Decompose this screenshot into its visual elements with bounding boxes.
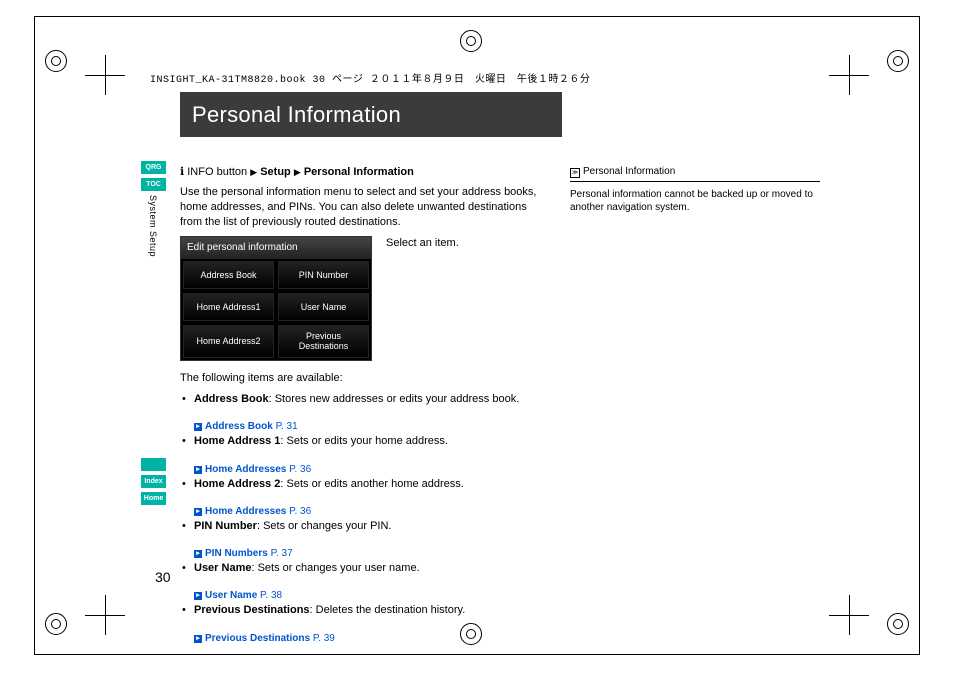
document-meta: INSIGHT_KA-31TM8820.book 30 ページ ２０１１年８月９… bbox=[150, 70, 590, 86]
link-icon: ▸ bbox=[194, 550, 202, 558]
edit-panel-title: Edit personal information bbox=[181, 237, 371, 259]
available-label: The following items are available: bbox=[180, 371, 550, 386]
item-name: Previous Destinations bbox=[194, 604, 310, 616]
cross-reference-link[interactable]: ▸User Name P. 38 bbox=[180, 589, 550, 603]
breadcrumb-info: INFO button bbox=[187, 166, 247, 178]
info-icon: ℹ bbox=[180, 166, 184, 178]
chevron-right-icon: ▶ bbox=[294, 167, 301, 177]
list-item: Home Address 1: Sets or edits your home … bbox=[180, 434, 550, 448]
chevron-right-icon: ▶ bbox=[250, 167, 257, 177]
select-item-text: Select an item. bbox=[380, 236, 550, 251]
item-name: Home Address 2 bbox=[194, 478, 280, 490]
cross-reference-link[interactable]: ▸Home Addresses P. 36 bbox=[180, 463, 550, 477]
item-desc: : Sets or changes your PIN. bbox=[257, 520, 392, 532]
note-heading: Personal Information bbox=[583, 166, 675, 177]
page-title: Personal Information bbox=[180, 92, 562, 137]
item-desc: : Sets or edits your home address. bbox=[280, 435, 448, 447]
list-item: Previous Destinations: Deletes the desti… bbox=[180, 603, 550, 617]
register-mark-icon bbox=[45, 50, 67, 72]
tab-qrg[interactable]: QRG bbox=[141, 161, 166, 174]
cross-reference-link[interactable]: ▸PIN Numbers P. 37 bbox=[180, 547, 550, 561]
link-icon: ▸ bbox=[194, 635, 202, 643]
link-icon: ▸ bbox=[194, 423, 202, 431]
panel-button-previous-destinations[interactable]: Previous Destinations bbox=[278, 325, 369, 358]
item-desc: : Sets or changes your user name. bbox=[251, 562, 419, 574]
link-icon: ▸ bbox=[194, 466, 202, 474]
note-icon: ≫ bbox=[570, 168, 580, 178]
panel-button-pin-number[interactable]: PIN Number bbox=[278, 261, 369, 289]
tab-voice[interactable] bbox=[141, 458, 166, 471]
crop-mark-icon bbox=[829, 595, 869, 635]
note-body: Personal information cannot be backed up… bbox=[570, 188, 820, 215]
crop-mark-icon bbox=[85, 595, 125, 635]
breadcrumb-section: Personal Information bbox=[304, 166, 414, 178]
tab-index[interactable]: Index bbox=[141, 475, 166, 488]
item-name: Home Address 1 bbox=[194, 435, 280, 447]
main-content: ℹ INFO button ▶ Setup ▶ Personal Informa… bbox=[180, 165, 550, 646]
tab-toc[interactable]: TOC bbox=[141, 178, 166, 191]
item-desc: : Deletes the destination history. bbox=[310, 604, 466, 616]
link-icon: ▸ bbox=[194, 508, 202, 516]
list-item: Address Book: Stores new addresses or ed… bbox=[180, 392, 550, 406]
page-number: 30 bbox=[155, 569, 171, 585]
list-item: PIN Number: Sets or changes your PIN. bbox=[180, 519, 550, 533]
item-desc: : Sets or edits another home address. bbox=[280, 478, 463, 490]
cross-reference-link[interactable]: ▸Address Book P. 31 bbox=[180, 420, 550, 434]
breadcrumb-setup: Setup bbox=[260, 166, 291, 178]
cross-reference-link[interactable]: ▸Home Addresses P. 36 bbox=[180, 505, 550, 519]
item-name: PIN Number bbox=[194, 520, 257, 532]
list-item: Home Address 2: Sets or edits another ho… bbox=[180, 477, 550, 491]
panel-button-home-address1[interactable]: Home Address1 bbox=[183, 293, 274, 321]
register-mark-icon bbox=[887, 50, 909, 72]
tab-home[interactable]: Home bbox=[141, 492, 166, 505]
crop-mark-icon bbox=[85, 55, 125, 95]
register-mark-icon bbox=[45, 613, 67, 635]
side-tabs-top: QRG TOC System Setup bbox=[141, 161, 166, 257]
breadcrumb: ℹ INFO button ▶ Setup ▶ Personal Informa… bbox=[180, 165, 550, 180]
item-name: User Name bbox=[194, 562, 251, 574]
crop-mark-icon bbox=[829, 55, 869, 95]
item-name: Address Book bbox=[194, 393, 269, 405]
link-icon: ▸ bbox=[194, 592, 202, 600]
intro-text: Use the personal information menu to sel… bbox=[180, 185, 550, 230]
section-label: System Setup bbox=[148, 195, 158, 257]
list-item: User Name: Sets or changes your user nam… bbox=[180, 561, 550, 575]
panel-button-user-name[interactable]: User Name bbox=[278, 293, 369, 321]
panel-button-address-book[interactable]: Address Book bbox=[183, 261, 274, 289]
item-desc: : Stores new addresses or edits your add… bbox=[269, 393, 520, 405]
register-mark-icon bbox=[887, 613, 909, 635]
side-note: ≫Personal Information Personal informati… bbox=[570, 165, 820, 215]
edit-info-panel: Edit personal information Address Book P… bbox=[180, 236, 372, 361]
side-tabs-bottom: Index Home bbox=[141, 458, 166, 509]
cross-reference-link[interactable]: ▸Previous Destinations P. 39 bbox=[180, 632, 550, 646]
panel-button-home-address2[interactable]: Home Address2 bbox=[183, 325, 274, 358]
register-mark-icon bbox=[460, 30, 482, 52]
